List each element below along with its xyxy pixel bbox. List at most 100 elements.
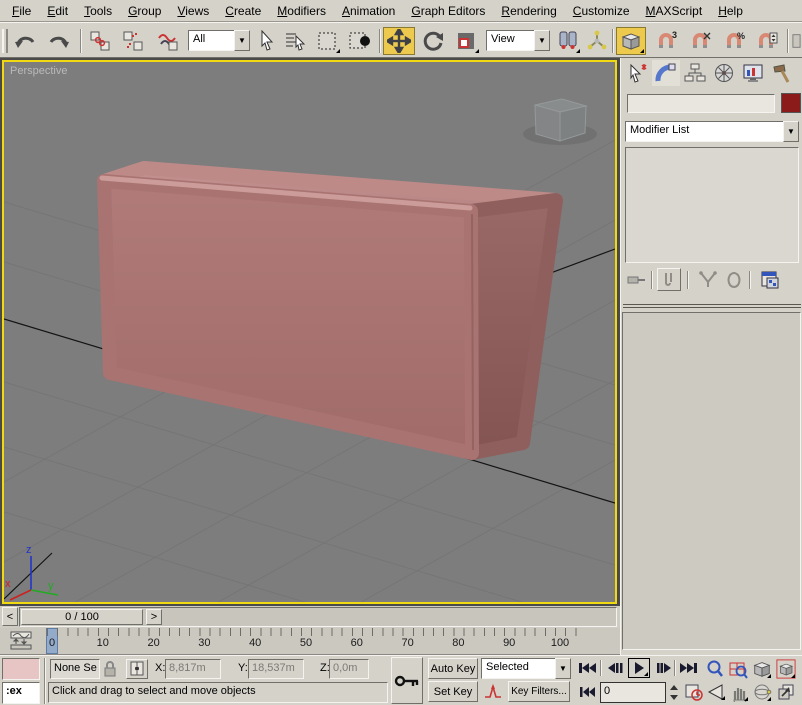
absolute-offset-mode-toggle[interactable] [126,659,148,679]
bind-to-space-warp-button[interactable] [152,27,184,55]
rectangular-selection-region-button[interactable] [312,27,342,55]
menu-item-12[interactable]: Help [710,1,751,21]
window-crossing-toggle-button[interactable] [344,27,376,55]
select-and-rotate-button[interactable] [417,27,449,55]
key-mode-dropdown-arrow[interactable]: ▼ [555,658,571,679]
remove-modifier-button[interactable] [723,269,745,291]
coordinate-system-dropdown-arrow[interactable]: ▼ [534,30,550,51]
modifier-stack-list[interactable] [625,147,799,263]
key-mode-combo[interactable]: Selected ▼ [481,658,571,679]
use-pivot-point-center-button[interactable] [554,27,582,55]
tab-display[interactable] [739,60,767,86]
redo-button[interactable] [44,27,74,55]
maxscript-mini-listener[interactable]: :ex [2,682,40,704]
status-bar: :ex None Se X: 8,817m Y: 18,537m Z: 0,0m… [0,655,802,705]
spinner-snap-toggle-button[interactable] [752,27,782,55]
object-name-field[interactable] [627,94,775,113]
reference-coordinate-system-combo[interactable]: View ▼ [486,30,550,51]
pan-view-button[interactable] [730,682,749,702]
arc-rotate-button[interactable] [752,682,772,702]
trackbar-ruler[interactable]: 0 10 20 30 40 50 60 70 80 90 100 [42,628,612,654]
perspective-viewport[interactable]: z x y Perspective [2,60,617,604]
default-in-out-tangents-button[interactable] [482,682,504,702]
menu-item-0[interactable]: File [4,1,39,21]
previous-frame-button[interactable] [604,659,624,677]
zoom-button[interactable] [706,659,724,679]
tab-create[interactable] [623,60,651,86]
play-animation-button[interactable] [628,658,650,678]
trackbar-label-0: 0 [48,637,56,649]
tab-motion[interactable] [710,60,738,86]
viewport-label[interactable]: Perspective [10,65,67,77]
tab-hierarchy[interactable] [681,60,709,86]
go-to-start-button[interactable] [576,659,598,677]
field-of-view-button[interactable] [706,683,726,701]
key-mode-toggle-button[interactable] [578,684,598,700]
frame-spinner[interactable] [668,682,680,703]
set-key-button[interactable]: Set Key [428,681,478,702]
time-slider-prev-key-button[interactable]: < [2,607,18,626]
time-configuration-button[interactable] [684,683,703,702]
partial-toolbar-button[interactable] [791,27,802,55]
min-max-toggle-button[interactable] [776,682,796,702]
tab-utilities[interactable] [768,60,796,86]
scene-object-chamferbox[interactable] [97,161,563,460]
pin-stack-button[interactable] [625,269,647,291]
menu-item-3[interactable]: Group [120,1,169,21]
select-object-button[interactable] [254,27,280,55]
time-slider-next-key-button[interactable]: > [146,609,162,625]
angle-snap-toggle-button[interactable] [686,27,716,55]
menu-item-9[interactable]: Rendering [493,1,564,21]
snap-3d-toggle-button[interactable]: 3 [652,27,682,55]
show-end-result-button[interactable] [657,268,681,291]
menu-item-10[interactable]: Customize [565,1,638,21]
undo-button[interactable] [10,27,40,55]
toolbar-drag-handle[interactable] [2,29,8,53]
select-and-manipulate-button[interactable] [584,27,610,55]
make-unique-button[interactable] [697,269,719,291]
select-by-name-button[interactable] [280,27,310,55]
zoom-extents-button[interactable] [752,659,772,679]
rollout-scroll-area[interactable] [622,312,801,650]
go-to-end-button[interactable] [678,659,700,677]
open-mini-curve-editor-button[interactable] [8,630,36,652]
time-slider-track[interactable]: 0 / 100 > [19,607,617,627]
y-coordinate-field[interactable]: 18,537m [248,659,304,679]
tab-modify[interactable] [652,60,680,86]
x-coordinate-field[interactable]: 8,817m [165,659,221,679]
current-frame-field[interactable]: 0 [600,682,666,703]
z-coordinate-field[interactable]: 0,0m [329,659,369,679]
selection-filter-combo[interactable]: All ▼ [188,30,250,51]
snaps-toggle-button[interactable] [616,27,646,55]
menu-item-5[interactable]: Create [217,1,269,21]
menu-item-11[interactable]: MAXScript [638,1,711,21]
modifier-list-value: Modifier List [625,121,783,142]
time-slider-handle[interactable]: 0 / 100 [21,609,143,625]
select-and-link-button[interactable] [86,27,114,55]
background-cube-object[interactable] [523,98,597,145]
menu-item-6[interactable]: Modifiers [269,1,334,21]
select-and-scale-button[interactable] [451,27,481,55]
set-keys-button[interactable] [391,657,423,704]
configure-modifier-sets-button[interactable] [759,269,781,291]
modifier-list-combo[interactable]: Modifier List ▼ [625,121,799,142]
menu-item-4[interactable]: Views [169,1,217,21]
macro-recorder-pane[interactable] [2,658,40,680]
menu-item-2[interactable]: Tools [76,1,120,21]
selection-status-field[interactable]: None Se [50,659,100,679]
menu-item-8[interactable]: Graph Editors [403,1,493,21]
selection-filter-dropdown-arrow[interactable]: ▼ [234,30,250,51]
zoom-extents-all-button[interactable] [776,659,796,679]
zoom-all-button[interactable] [728,659,748,679]
selection-lock-toggle[interactable] [102,660,118,678]
key-filters-button[interactable]: Key Filters... [508,681,570,702]
percent-snap-toggle-button[interactable]: % [720,27,750,55]
menu-item-1[interactable]: Edit [39,1,76,21]
next-frame-button[interactable] [654,659,674,677]
object-color-swatch[interactable] [781,93,801,113]
modifier-list-dropdown-arrow[interactable]: ▼ [783,121,799,142]
select-and-move-button[interactable] [383,27,415,55]
unlink-selection-button[interactable] [118,27,148,55]
auto-key-button[interactable]: Auto Key [428,658,478,679]
menu-item-7[interactable]: Animation [334,1,403,21]
